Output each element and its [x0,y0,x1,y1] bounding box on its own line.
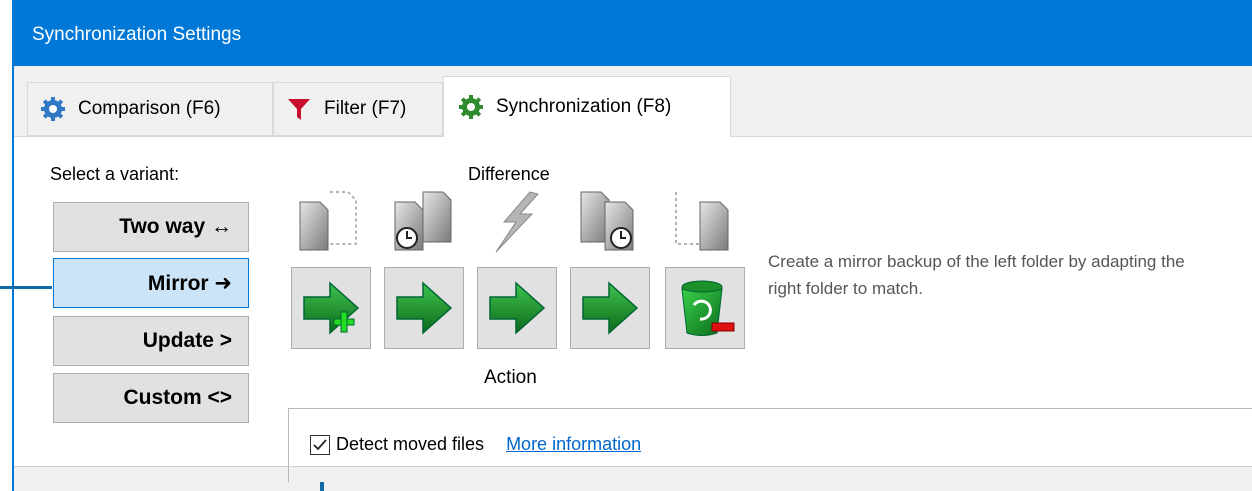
tab-comparison[interactable]: Comparison (F6) [27,82,273,136]
action-header: Action [484,367,537,388]
action-overwrite-right-button[interactable] [477,267,557,349]
difference-header: Difference [468,164,550,184]
tab-filter[interactable]: Filter (F7) [273,82,443,136]
title-bar: Synchronization Settings [12,0,1252,66]
more-information-link[interactable]: More information [506,434,641,455]
tab-comparison-label: Comparison (F6) [78,98,221,119]
action-overwrite-right-button[interactable] [384,267,464,349]
left-only-file-icon [296,188,364,256]
callout-line [320,482,324,491]
gear-icon [40,96,66,122]
arrow-right-icon [489,281,546,335]
detect-moved-files-row: Detect moved files More information [310,434,641,455]
select-variant-label: Select a variant: [50,164,180,184]
arrow-right-icon [582,281,639,335]
create-right-icon [303,281,360,335]
conflict-lightning-icon [482,188,550,256]
variant-description: Create a mirror backup of the left folde… [768,252,1185,298]
right-newer-file-icon [575,188,643,256]
variant-mirror-button[interactable]: Mirror ➜ [53,258,249,308]
right-only-file-icon [668,188,736,256]
checkmark-icon [313,438,327,450]
variant-custom-button[interactable]: Custom <> [53,373,249,423]
callout-line [0,286,52,289]
tab-filter-label: Filter (F7) [324,98,407,119]
dialog-footer-strip [14,466,1252,491]
action-delete-right-button[interactable] [665,267,745,349]
arrow-right-icon [396,281,453,335]
section-divider [288,408,1252,409]
variant-two-way-button[interactable]: Two way ↔ [53,202,249,252]
section-divider [288,408,289,482]
action-overwrite-right-button[interactable] [570,267,650,349]
detect-moved-files-checkbox[interactable] [310,434,330,455]
detect-moved-files-label[interactable]: Detect moved files [336,434,484,455]
tab-synchronization-label: Synchronization (F8) [496,96,672,117]
funnel-icon [286,96,312,122]
window-title: Synchronization Settings [32,24,242,45]
gear-icon [458,94,484,120]
left-newer-file-icon [389,188,457,256]
variant-update-button[interactable]: Update > [53,316,249,366]
tab-synchronization[interactable]: Synchronization (F8) [443,76,731,137]
action-create-right-button[interactable] [291,267,371,349]
recycle-bin-icon [681,280,735,336]
